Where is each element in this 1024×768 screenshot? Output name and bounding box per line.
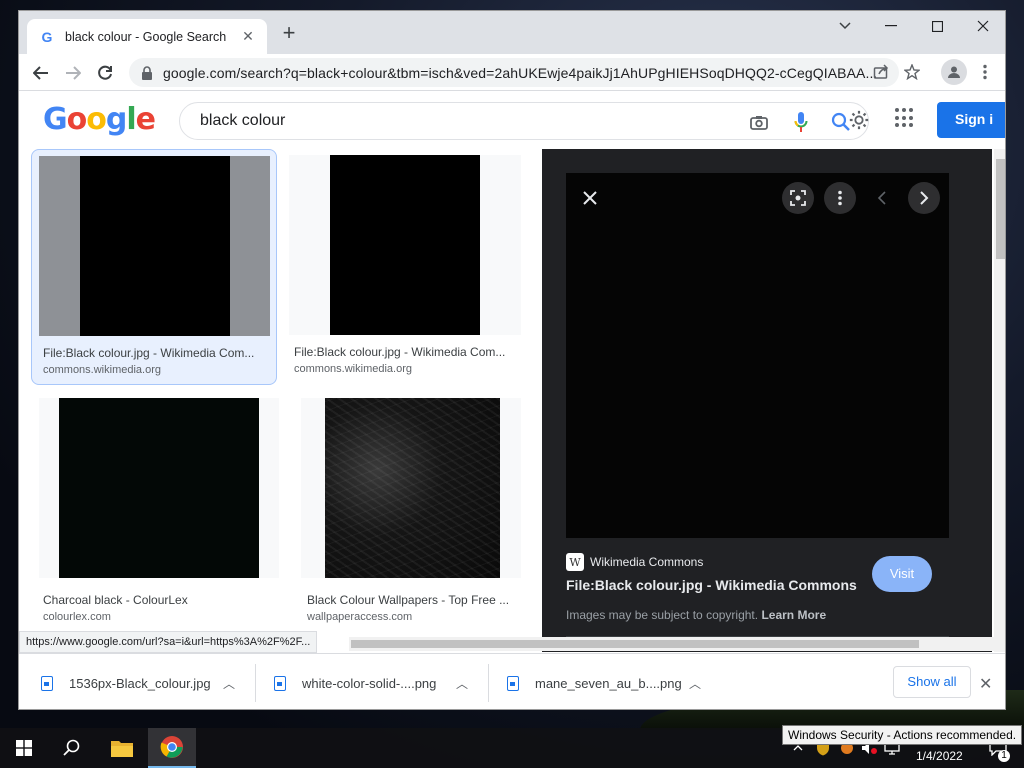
result-title[interactable]: Black Colour Wallpapers - Top Free ... [307,593,521,607]
bookmark-star-icon[interactable] [902,62,922,82]
next-image-icon[interactable] [908,182,940,214]
chevron-up-icon[interactable]: ︿ [689,675,701,692]
back-button[interactable] [29,61,53,85]
image-result-1[interactable]: File:Black colour.jpg - Wikimedia Com...… [31,149,277,385]
sign-in-button[interactable]: Sign i [937,102,1005,138]
download-item-1[interactable]: 1536px-Black_colour.jpg ︿ [41,666,235,700]
learn-more-link[interactable]: Learn More [761,608,826,622]
tab-search-chevron-icon[interactable] [822,11,868,41]
preview-source[interactable]: W Wikimedia Commons [566,553,703,571]
result-thumbnail[interactable] [39,398,279,578]
horizontal-scrollbar[interactable] [349,637,994,651]
chrome-window: G black colour - Google Search ✕ + googl… [18,10,1006,710]
image-results-grid: File:Black colour.jpg - Wikimedia Com...… [19,149,541,652]
forward-button[interactable] [61,61,85,85]
result-source: colourlex.com [43,611,111,623]
google-header: Google black colour Sign i [19,92,1005,149]
profile-avatar-icon[interactable] [941,59,967,85]
camera-icon[interactable] [748,111,770,133]
reload-button[interactable] [93,61,117,85]
image-result-2[interactable]: File:Black colour.jpg - Wikimedia Com...… [287,149,525,385]
preview-image[interactable] [566,173,949,538]
previous-image-icon[interactable] [866,182,898,214]
horizontal-scroll-thumb[interactable] [351,640,919,648]
image-file-icon [507,675,519,691]
result-title[interactable]: Charcoal black - ColourLex [43,593,273,607]
download-item-2[interactable]: white-color-solid-....png ︿ [274,666,468,700]
downloads-bar: 1536px-Black_colour.jpg ︿ white-color-so… [19,653,1005,709]
windows-security-tooltip: Windows Security - Actions recommended. [782,725,1023,745]
show-all-downloads-button[interactable]: Show all [893,666,971,698]
chrome-taskbar-icon[interactable] [148,728,196,768]
search-box[interactable]: black colour [179,102,869,140]
close-preview-icon[interactable] [574,182,606,214]
settings-gear-icon[interactable] [848,109,870,131]
result-title[interactable]: File:Black colour.jpg - Wikimedia Com... [294,345,518,359]
result-thumbnail[interactable] [301,398,521,578]
google-logo-letter: l [126,102,136,137]
tab-strip: G black colour - Google Search ✕ + [19,11,1005,54]
image-preview-panel: W Wikimedia Commons File:Black colour.jp… [542,149,992,652]
chrome-menu-icon[interactable] [975,62,995,82]
vertical-scrollbar[interactable] [994,149,1005,652]
image-file-icon [41,675,53,691]
close-window-button[interactable] [960,11,1005,41]
image-result-4[interactable]: Black Colour Wallpapers - Top Free ... w… [297,395,527,625]
lens-search-icon[interactable] [782,182,814,214]
minimize-button[interactable] [868,11,914,41]
close-downloads-icon[interactable]: ✕ [979,674,992,694]
google-apps-icon[interactable] [895,108,915,128]
notification-count: 1 [998,750,1010,762]
google-logo-letter: G [43,102,68,137]
search-icon[interactable] [48,728,96,768]
copyright-notice: Images may be subject to copyright. Lear… [566,608,826,622]
download-filename: mane_seven_au_b....png [535,675,682,691]
google-favicon-icon: G [41,28,53,45]
browser-toolbar: google.com/search?q=black+colour&tbm=isc… [19,54,1005,91]
new-tab-button[interactable]: + [279,22,299,44]
download-separator [488,664,489,702]
google-logo-letter: o [66,102,88,137]
taskbar-date[interactable]: 1/4/2022 [916,749,963,763]
google-logo-letter: o [86,102,107,137]
result-source: commons.wikimedia.org [43,364,161,376]
more-options-icon[interactable] [824,182,856,214]
tab-close-icon[interactable]: ✕ [239,28,257,45]
tab-google-search[interactable]: G black colour - Google Search ✕ [27,19,267,54]
chevron-up-icon[interactable]: ︿ [456,675,468,692]
result-title[interactable]: File:Black colour.jpg - Wikimedia Com... [43,346,267,360]
download-item-3[interactable]: mane_seven_au_b....png ︿ [507,666,701,700]
google-logo[interactable]: Google [43,102,156,137]
address-bar[interactable]: google.com/search?q=black+colour&tbm=isc… [129,58,899,87]
microphone-icon[interactable] [790,111,812,133]
result-source: commons.wikimedia.org [294,363,412,375]
google-logo-letter: e [135,102,156,137]
download-filename: white-color-solid-....png [302,675,437,691]
windows-start-icon[interactable] [0,728,48,768]
chevron-up-icon[interactable]: ︿ [223,675,235,692]
wikimedia-commons-icon: W [566,553,584,571]
image-result-3[interactable]: Charcoal black - ColourLex colourlex.com [31,395,285,625]
maximize-button[interactable] [914,11,960,41]
result-thumbnail[interactable] [39,156,270,336]
image-file-icon [274,675,286,691]
preview-title[interactable]: File:Black colour.jpg - Wikimedia Common… [566,577,857,593]
share-icon[interactable] [871,62,891,82]
address-url: google.com/search?q=black+colour&tbm=isc… [163,64,878,81]
result-thumbnail[interactable] [289,155,521,335]
google-images-page: Google black colour Sign i File:Black co… [19,92,1005,652]
preview-source-name: Wikimedia Commons [590,555,704,569]
lock-icon [142,65,152,80]
status-bar-url: https://www.google.com/url?sa=i&url=http… [19,631,318,653]
tab-title: black colour - Google Search [65,29,227,44]
copyright-text: Images may be subject to copyright. [566,608,759,622]
google-logo-letter: g [105,102,128,137]
result-source: wallpaperaccess.com [307,611,413,623]
vertical-scroll-thumb[interactable] [996,159,1005,259]
file-explorer-icon[interactable] [98,728,146,768]
visit-button[interactable]: Visit [872,556,932,592]
download-filename: 1536px-Black_colour.jpg [69,675,211,691]
download-separator [255,664,256,702]
